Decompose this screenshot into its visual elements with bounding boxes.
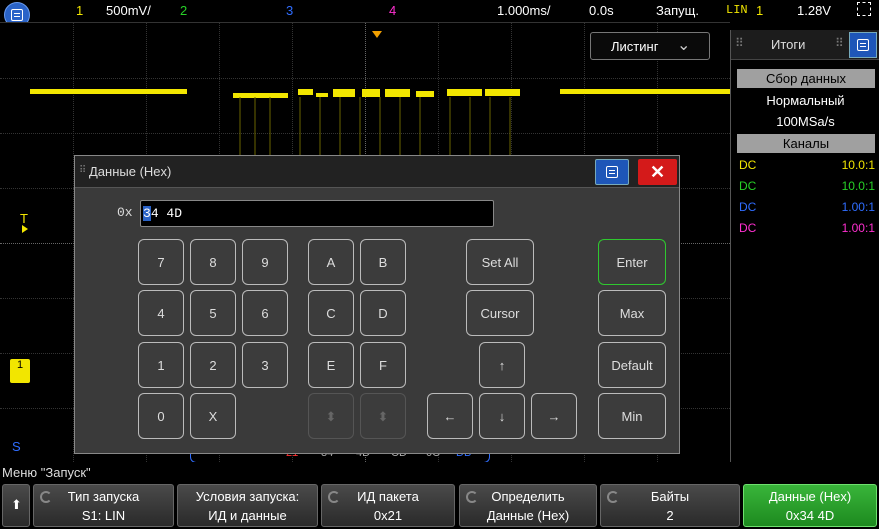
key-d[interactable]: D xyxy=(360,290,406,336)
menu-icon xyxy=(857,39,869,51)
delay[interactable]: 0.0s xyxy=(589,3,614,18)
arrow-right-icon: → xyxy=(547,409,561,424)
ch1-number[interactable]: 1 xyxy=(76,3,83,18)
arrow-down-icon: ↓ xyxy=(498,409,506,424)
status-bar: 1 500mV/ 2 3 4 1.000ms/ 0.0s Запущ. LIN … xyxy=(0,0,879,28)
key-2[interactable]: 2 xyxy=(190,342,236,388)
channel-row: DC 10.0:1 xyxy=(739,158,875,172)
key-b[interactable]: B xyxy=(360,239,406,285)
menu-icon xyxy=(11,9,23,21)
arrow-left-icon: ← xyxy=(443,409,457,424)
key-f[interactable]: F xyxy=(360,342,406,388)
key-7[interactable]: 7 xyxy=(138,239,184,285)
set-all-button[interactable]: Set All xyxy=(466,239,534,285)
summary-tab[interactable]: ⠿ Итоги ⠿ xyxy=(731,30,879,60)
softkey-data-hex[interactable]: Данные (Hex) 0x34 4D xyxy=(743,484,877,527)
close-icon: ✕ xyxy=(649,162,666,182)
softkey-bytes[interactable]: Байты 2 xyxy=(600,484,740,527)
arrow-down-button[interactable]: ↓ xyxy=(479,393,525,439)
panel-menu-button[interactable] xyxy=(849,32,877,58)
min-button[interactable]: Min xyxy=(598,393,666,439)
key-disabled: ⬍ xyxy=(360,393,406,439)
back-button[interactable]: ⬆ xyxy=(2,484,30,527)
channel-row: DC 1.00:1 xyxy=(739,221,875,235)
fullscreen-icon[interactable] xyxy=(857,2,871,16)
key-4[interactable]: 4 xyxy=(138,290,184,336)
ch3-number[interactable]: 3 xyxy=(286,3,293,18)
chevron-down-icon: ⌄ xyxy=(677,37,691,54)
drag-handle-icon[interactable]: ⠿ xyxy=(735,36,744,50)
enter-button[interactable]: Enter xyxy=(598,239,666,285)
serial-bus-marker[interactable]: S xyxy=(12,439,21,454)
default-button[interactable]: Default xyxy=(598,342,666,388)
dialog-title: Данные (Hex) xyxy=(89,164,172,179)
sample-rate: 100MSa/s xyxy=(776,114,835,129)
channel-row: DC 1.00:1 xyxy=(739,200,875,214)
ch4-number[interactable]: 4 xyxy=(389,3,396,18)
softkey-trigger-condition[interactable]: Условия запуска: ИД и данные xyxy=(177,484,318,527)
softkey-bar: Меню "Запуск" ⬆ Тип запуска S1: LIN Услов… xyxy=(0,462,879,529)
softkey-frame-id[interactable]: ИД пакета 0x21 xyxy=(321,484,455,527)
key-a[interactable]: A xyxy=(308,239,354,285)
close-button[interactable]: ✕ xyxy=(638,159,677,185)
key-disabled: ⬍ xyxy=(308,393,354,439)
ch1-ground-marker[interactable]: 1 xyxy=(10,359,30,383)
timebase[interactable]: 1.000ms/ xyxy=(497,3,550,18)
key-0[interactable]: 0 xyxy=(138,393,184,439)
key-5[interactable]: 5 xyxy=(190,290,236,336)
trigger-level-arrow-icon xyxy=(22,225,28,233)
dialog-title-bar[interactable]: ⠿ Данные (Hex) ✕ xyxy=(75,156,679,188)
cursor-button[interactable]: Cursor xyxy=(466,290,534,336)
menu-name: Меню "Запуск" xyxy=(2,465,91,480)
key-3[interactable]: 3 xyxy=(242,342,288,388)
trigger-source[interactable]: 1 xyxy=(756,3,763,18)
key-6[interactable]: 6 xyxy=(242,290,288,336)
arrow-up-button[interactable]: ↑ xyxy=(479,342,525,388)
hex-prefix-label: 0x xyxy=(117,205,133,220)
ch1-scale[interactable]: 500mV/ xyxy=(106,3,151,18)
key-1[interactable]: 1 xyxy=(138,342,184,388)
drag-handle-icon[interactable]: ⠿ xyxy=(79,165,86,176)
trigger-level[interactable]: 1.28V xyxy=(797,3,831,18)
drag-handle-icon[interactable]: ⠿ xyxy=(835,36,844,50)
key-x[interactable]: X xyxy=(190,393,236,439)
acquisition-header: Сбор данных xyxy=(737,69,875,88)
acquisition-mode: Нормальный xyxy=(766,93,845,108)
menu-icon xyxy=(606,166,618,178)
listing-button[interactable]: Листинг ⌄ xyxy=(590,32,710,60)
softkey-define[interactable]: Определить Данные (Hex) xyxy=(459,484,597,527)
summary-panel: ⠿ Итоги ⠿ Сбор данных Нормальный 100MSa/… xyxy=(730,30,879,462)
ch2-number[interactable]: 2 xyxy=(180,3,187,18)
key-c[interactable]: C xyxy=(308,290,354,336)
summary-tab-label: Итоги xyxy=(771,37,806,52)
trigger-level-marker[interactable]: T xyxy=(20,211,28,226)
channel-row: DC 10.0:1 xyxy=(739,179,875,193)
hex-value-input[interactable]: 34 4D xyxy=(140,200,494,227)
listing-label: Листинг xyxy=(611,39,659,54)
arrow-right-button[interactable]: → xyxy=(531,393,577,439)
hex-value-rest: 4 4D xyxy=(150,206,183,221)
dialog-menu-button[interactable] xyxy=(595,159,629,185)
softkey-trigger-type[interactable]: Тип запуска S1: LIN xyxy=(33,484,174,527)
trigger-type[interactable]: LIN xyxy=(726,3,748,17)
channels-header: Каналы xyxy=(737,134,875,153)
key-8[interactable]: 8 xyxy=(190,239,236,285)
hex-data-dialog: ⠿ Данные (Hex) ✕ 0x 34 4D 7 8 9 4 5 6 1 … xyxy=(74,155,680,454)
run-state: Запущ. xyxy=(656,3,699,18)
arrow-up-icon: ↑ xyxy=(498,358,506,373)
key-9[interactable]: 9 xyxy=(242,239,288,285)
max-button[interactable]: Max xyxy=(598,290,666,336)
hex-cursor: 3 xyxy=(143,206,151,221)
arrow-up-icon: ⬆ xyxy=(11,497,22,512)
arrow-left-button[interactable]: ← xyxy=(427,393,473,439)
key-e[interactable]: E xyxy=(308,342,354,388)
trigger-position-icon[interactable] xyxy=(372,31,382,38)
